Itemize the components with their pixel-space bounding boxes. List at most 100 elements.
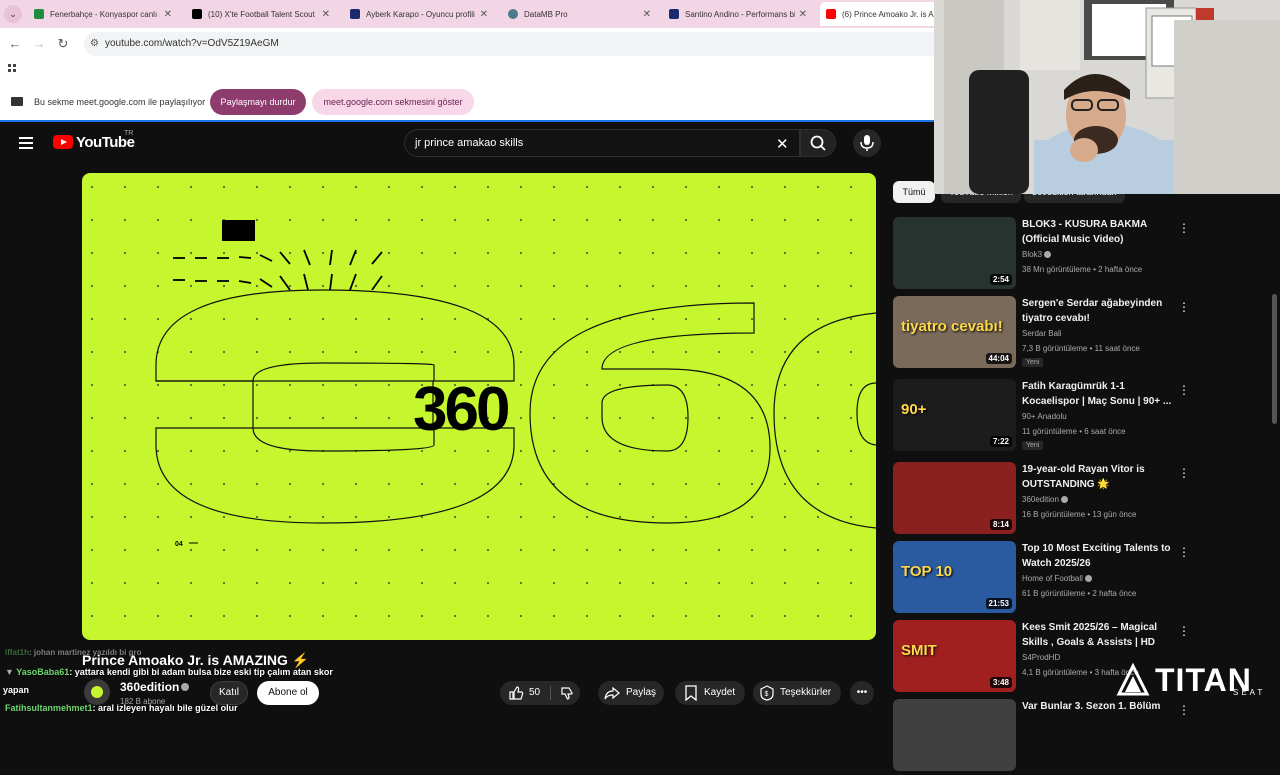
clear-search-icon[interactable]: ✕ <box>776 135 789 153</box>
video-title[interactable]: Sergen'e Serdar ağabeyinden tiyatro ceva… <box>1022 296 1172 326</box>
recommendation-item[interactable]: 90+ 7:22 Fatih Karagümrük 1-1 Kocaelispor … <box>893 379 1193 455</box>
channel-name[interactable]: S4ProdHD <box>1022 653 1060 662</box>
recommendation-item[interactable]: TOP 10 21:53 Top 10 Most Exciting Talents … <box>893 541 1193 617</box>
show-meet-tab-button[interactable]: meet.google.com sekmesini göster <box>312 89 474 115</box>
recommendation-item[interactable]: 2:54 BLOK3 - KUSURA BAKMA (Official Music… <box>893 217 1193 293</box>
grid-dot <box>189 416 193 420</box>
tab-search-button[interactable]: ⌄ <box>4 5 22 23</box>
grid-dot <box>156 251 160 255</box>
thumbs-down-icon[interactable] <box>560 686 574 700</box>
grid-dot <box>321 284 325 288</box>
recommendation-item[interactable]: tiyatro cevabı! 44:04 Sergen'e Serdar ağab… <box>893 296 1193 372</box>
channel-name[interactable]: 360edition <box>1022 495 1068 504</box>
grid-dot <box>453 515 457 519</box>
video-thumbnail[interactable] <box>893 699 1016 771</box>
save-button[interactable]: Kaydet <box>675 681 745 705</box>
more-actions-icon[interactable]: ••• <box>850 681 874 705</box>
grid-dot <box>750 449 754 453</box>
browser-tab-active[interactable]: (6) Prince Amoako Jr. is AM <box>820 2 950 26</box>
grid-dot <box>552 185 556 189</box>
video-thumbnail[interactable]: TOP 10 21:53 <box>893 541 1016 613</box>
more-options-icon[interactable]: ⋮ <box>1178 466 1190 480</box>
grid-dot <box>849 614 853 618</box>
video-thumbnail[interactable]: 90+ 7:22 <box>893 379 1016 451</box>
titan-seat-watermark: TITAN SEAT <box>1115 660 1275 700</box>
close-icon[interactable]: ✕ <box>643 9 651 20</box>
grid-dot <box>651 284 655 288</box>
recommendation-item[interactable]: 8:14 19-year-old Rayan Vitor is OUTSTANDI… <box>893 462 1193 538</box>
thanks-button[interactable]: $ Teşekkürler <box>753 681 841 705</box>
sheets-icon <box>34 9 44 19</box>
grid-dot <box>123 185 127 189</box>
more-options-icon[interactable]: ⋮ <box>1178 545 1190 559</box>
close-icon[interactable]: ✕ <box>322 9 330 20</box>
grid-dot <box>156 185 160 189</box>
grid-dot <box>486 284 490 288</box>
grid-dot <box>288 548 292 552</box>
more-options-icon[interactable]: ⋮ <box>1178 383 1190 397</box>
forward-arrow-icon[interactable]: → <box>31 36 47 52</box>
video-title[interactable]: Fatih Karagümrük 1-1 Kocaelispor | Maç S… <box>1022 379 1172 409</box>
browser-tab[interactable]: Ayberk Karapo - Oyuncu profili ✕ <box>344 2 494 26</box>
browser-tab[interactable]: Santino Andino - Performans bi ✕ <box>663 2 813 26</box>
browser-tab[interactable]: Fenerbahçe - Konyaspor canlı sk ✕ <box>28 2 178 26</box>
grid-dot <box>519 383 523 387</box>
grid-dot <box>222 614 226 618</box>
video-thumbnail[interactable]: 8:14 <box>893 462 1016 534</box>
grid-dot <box>321 482 325 486</box>
more-options-icon[interactable]: ⋮ <box>1178 300 1190 314</box>
close-icon[interactable]: ✕ <box>799 9 807 20</box>
youtube-logo-icon[interactable] <box>53 135 73 149</box>
back-arrow-icon[interactable]: ← <box>7 36 23 52</box>
channel-name[interactable]: 90+ Anadolu <box>1022 412 1067 421</box>
search-input[interactable]: jr prince amakao skills ✕ <box>404 129 800 157</box>
apps-grid-icon[interactable] <box>8 64 20 76</box>
grid-dot <box>288 482 292 486</box>
watermark-sub: SEAT <box>1233 688 1266 697</box>
browser-tab[interactable]: (10) X'te Football Talent Scout ✕ <box>186 2 336 26</box>
video-thumbnail[interactable]: SMIT 3:48 <box>893 620 1016 692</box>
thumbs-up-icon[interactable] <box>508 685 524 701</box>
x-logo-icon <box>192 9 202 19</box>
microphone-icon <box>860 135 874 151</box>
video-title[interactable]: Top 10 Most Exciting Talents to Watch 20… <box>1022 541 1172 571</box>
site-info-icon[interactable]: ⚙ <box>90 38 100 50</box>
video-title[interactable]: Var Bunlar 3. Sezon 1. Bölüm <box>1022 699 1172 714</box>
more-options-icon[interactable]: ⋮ <box>1178 221 1190 235</box>
join-button[interactable]: Katıl <box>210 681 248 705</box>
grid-dot <box>486 449 490 453</box>
recommendation-item[interactable]: Var Bunlar 3. Sezon 1. Bölüm ⋮ <box>893 699 1193 775</box>
url-field[interactable]: ⚙ youtube.com/watch?v=OdV5Z19AeGM <box>84 32 944 56</box>
stop-sharing-button[interactable]: Paylaşmayı durdur <box>210 89 306 115</box>
scrollbar[interactable] <box>1272 294 1277 424</box>
close-icon[interactable]: ✕ <box>164 9 172 20</box>
video-title[interactable]: 19-year-old Rayan Vitor is OUTSTANDING 🌟 <box>1022 462 1172 492</box>
grid-dot <box>255 251 259 255</box>
grid-dot <box>486 581 490 585</box>
voice-search-button[interactable] <box>853 129 881 157</box>
video-thumbnail[interactable]: 2:54 <box>893 217 1016 289</box>
reload-icon[interactable]: ↻ <box>55 36 71 52</box>
close-icon[interactable]: ✕ <box>480 9 488 20</box>
grid-dot <box>189 350 193 354</box>
search-button[interactable] <box>800 129 836 157</box>
more-options-icon[interactable]: ⋮ <box>1178 624 1190 638</box>
menu-icon[interactable] <box>19 137 33 149</box>
video-player[interactable]: 360 04 <box>82 173 876 640</box>
video-title[interactable]: BLOK3 - KUSURA BAKMA (Official Music Vid… <box>1022 217 1172 247</box>
video-title[interactable]: Kees Smit 2025/26 – Magical Skills , Goa… <box>1022 620 1172 650</box>
chip-all[interactable]: Tümü <box>893 181 935 203</box>
grid-dot <box>420 185 424 189</box>
share-button[interactable]: Paylaş <box>598 681 664 705</box>
channel-name[interactable]: 360edition <box>120 680 179 694</box>
channel-name[interactable]: Home of Football <box>1022 574 1092 583</box>
video-thumbnail[interactable]: tiyatro cevabı! 44:04 <box>893 296 1016 368</box>
browser-tab[interactable]: DataMB Pro ✕ <box>502 2 657 26</box>
channel-avatar[interactable] <box>84 679 110 705</box>
grid-dot <box>618 614 622 618</box>
subscribe-button[interactable]: Abone ol <box>257 681 319 705</box>
channel-name[interactable]: Serdar Bali <box>1022 329 1062 338</box>
more-options-icon[interactable]: ⋮ <box>1178 703 1190 717</box>
grid-dot <box>552 548 556 552</box>
channel-name[interactable]: Blok3 <box>1022 250 1052 259</box>
